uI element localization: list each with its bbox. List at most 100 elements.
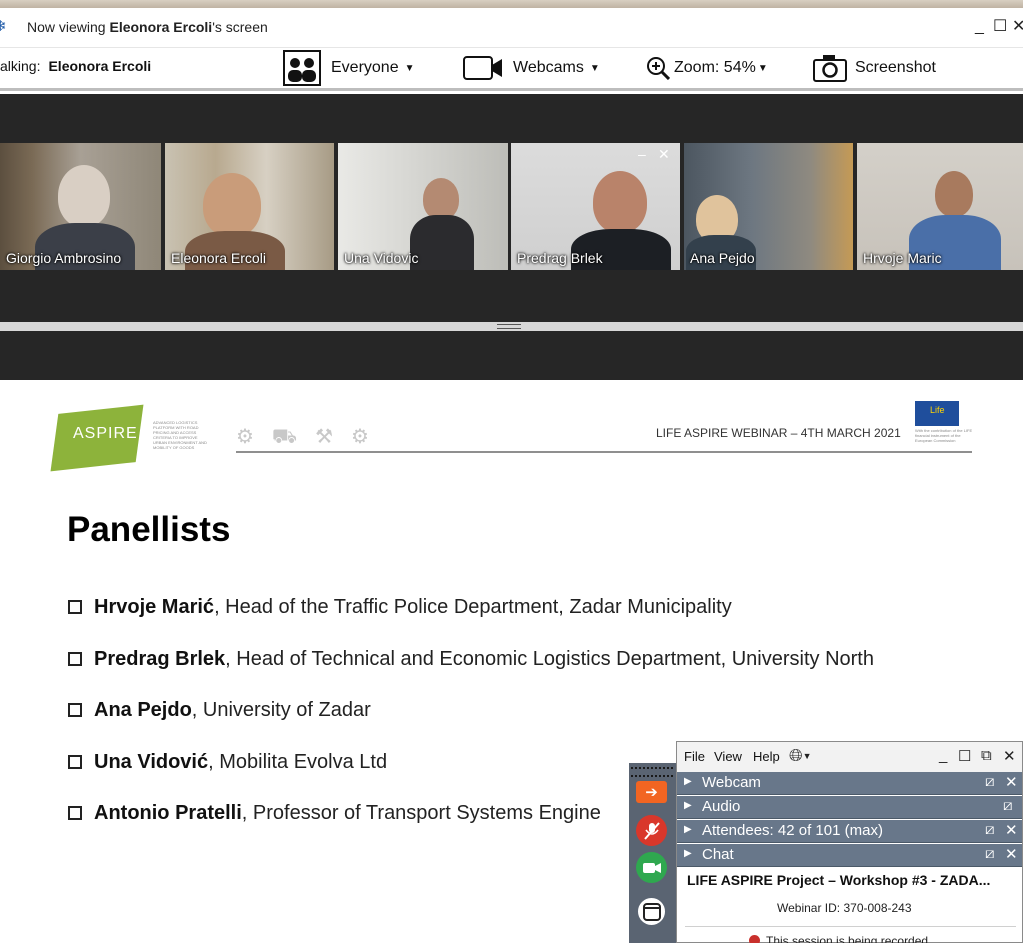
webcam-name: Predrag Brlek xyxy=(517,250,603,266)
menu-help[interactable]: Help xyxy=(753,749,780,764)
eu-contribution-note: With the contribution of the LIFE financ… xyxy=(915,428,973,443)
section-label: Webcam xyxy=(702,774,761,791)
presenter-name: Eleonora Ercoli xyxy=(109,19,213,35)
drag-handle-icon[interactable] xyxy=(631,767,673,777)
triangle-right-icon: ▶ xyxy=(684,848,692,859)
screen-share-button[interactable] xyxy=(636,896,667,927)
webcam-strip: Giorgio Ambrosino Eleonora Ercoli Una Vi… xyxy=(0,143,1023,270)
menu-file[interactable]: File xyxy=(684,749,705,764)
webcam-name: Hrvoje Maric xyxy=(863,250,942,266)
panellist-item: Hrvoje Marić, Head of the Traffic Police… xyxy=(68,596,732,619)
divider xyxy=(685,926,1016,927)
panellist-role: , Mobilita Evolva Ltd xyxy=(208,751,388,773)
webcam-name: Ana Pejdo xyxy=(690,250,755,266)
webcam-tile[interactable]: Hrvoje Maric xyxy=(857,143,1023,270)
section-attendees[interactable]: ▶ Attendees: 42 of 101 (max) ⧄ ✕ xyxy=(677,820,1022,843)
microphone-muted-icon xyxy=(643,821,660,840)
panellist-name: Hrvoje Marić xyxy=(94,596,215,618)
webcam-name: Eleonora Ercoli xyxy=(171,250,266,266)
menu-view[interactable]: View xyxy=(714,749,742,764)
panellist-role: , Head of the Traffic Police Department,… xyxy=(214,596,732,618)
triangle-right-icon: ▶ xyxy=(684,800,692,811)
panel-minimize-button[interactable]: _ xyxy=(939,747,947,764)
panel-close-button[interactable]: ✕ xyxy=(1003,747,1016,765)
webinar-id: Webinar ID: 370-008-243 xyxy=(777,901,912,915)
section-audio[interactable]: ▶ Audio ⧄ xyxy=(677,796,1022,819)
screenshot-label: Screenshot xyxy=(855,59,936,76)
collapse-panel-button[interactable]: ➔ xyxy=(636,781,667,803)
zoom-dropdown[interactable]: Zoom: 54% ▼ xyxy=(646,48,768,88)
everyone-label: Everyone xyxy=(331,59,399,76)
panellist-name: Una Vidović xyxy=(94,751,209,773)
checkbox-icon xyxy=(68,652,82,666)
zoom-label: Zoom: 54% xyxy=(674,59,756,76)
panellist-name: Predrag Brlek xyxy=(94,648,226,670)
webcam-tile-active[interactable]: Eleonora Ercoli xyxy=(165,143,334,270)
webcam-name: Una Vidovic xyxy=(344,250,419,266)
life-mark: Life xyxy=(930,405,945,415)
checkbox-icon xyxy=(68,806,82,820)
talking-indicator: alking: Eleonora Ercoli xyxy=(0,58,152,74)
panel-maximize-button[interactable]: ☐ xyxy=(958,747,971,765)
webcam-toggle-button[interactable] xyxy=(636,852,667,883)
panellist-item: Ana Pejdo, University of Zadar xyxy=(68,699,371,722)
screenshot-button[interactable]: Screenshot xyxy=(813,48,936,88)
section-label: Audio xyxy=(702,798,741,815)
recording-notice: This session is being recorded xyxy=(749,934,928,943)
mute-button[interactable] xyxy=(636,815,667,846)
app-icon: ❄ xyxy=(0,18,7,35)
close-icon[interactable]: ✕ xyxy=(1005,821,1018,839)
checkbox-icon xyxy=(68,755,82,769)
panellist-name: Ana Pejdo xyxy=(94,699,192,721)
close-icon[interactable]: ✕ xyxy=(1005,773,1018,791)
close-button[interactable]: ✕ xyxy=(1012,18,1023,36)
webcam-tile[interactable]: Una Vidovic xyxy=(338,143,508,270)
chevron-down-icon: ▼ xyxy=(757,62,768,74)
viewer-title-bar: ❄ Now viewing Eleonora Ercoli's screen _… xyxy=(0,8,1023,48)
webcam-name: Giorgio Ambrosino xyxy=(6,250,122,266)
panellist-item: Predrag Brlek, Head of Technical and Eco… xyxy=(68,648,874,671)
language-globe-icon[interactable]: 🌐︎▼ xyxy=(789,746,812,766)
aspire-logo-text: ASPIRE xyxy=(73,425,138,442)
chevron-down-icon: ▼ xyxy=(802,751,812,761)
arrow-right-icon: ➔ xyxy=(645,784,658,801)
panellist-item: Antonio Pratelli, Professor of Transport… xyxy=(68,802,601,825)
panellist-role: , Professor of Transport Systems Engine xyxy=(241,802,601,824)
section-chat[interactable]: ▶ Chat ⧄ ✕ xyxy=(677,844,1022,867)
webcam-tile[interactable]: Giorgio Ambrosino xyxy=(0,143,161,270)
section-label: Attendees: 42 of 101 (max) xyxy=(702,822,883,839)
resize-divider[interactable] xyxy=(0,322,1023,331)
maximize-button[interactable]: ☐ xyxy=(993,18,1007,36)
panellist-role: , University of Zadar xyxy=(191,699,371,721)
popout-icon[interactable]: ⧄ xyxy=(985,845,995,862)
popout-icon[interactable]: ⧄ xyxy=(985,821,995,838)
webinar-control-panel: File View Help 🌐︎▼ _ ☐ ⧉ ✕ ▶ Webcam ⧄ ✕ … xyxy=(676,741,1023,943)
checkbox-icon xyxy=(68,703,82,717)
minimize-button[interactable]: _ xyxy=(975,18,984,36)
close-icon[interactable]: ✕ xyxy=(1005,845,1018,863)
section-webcam[interactable]: ▶ Webcam ⧄ ✕ xyxy=(677,772,1022,795)
webinar-title: LIFE ASPIRE Project – Workshop #3 - ZADA… xyxy=(687,872,991,888)
eu-life-logo: Life xyxy=(915,401,959,426)
control-strip: ➔ xyxy=(629,763,676,943)
zoom-icon xyxy=(647,57,670,80)
popout-icon[interactable]: ⧄ xyxy=(985,773,995,790)
desktop-strip xyxy=(0,0,1023,8)
everyone-dropdown[interactable]: Everyone ▼ xyxy=(283,48,415,88)
minimize-tile-button[interactable]: – xyxy=(638,146,646,162)
panel-menubar: File View Help 🌐︎▼ _ ☐ ⧉ ✕ xyxy=(677,742,1022,772)
header-rule xyxy=(236,451,972,453)
webcams-dropdown[interactable]: Webcams ▼ xyxy=(463,48,600,88)
people-icon xyxy=(283,50,321,86)
logistics-icons: ⚙⛟⚒⚙ xyxy=(236,426,387,448)
chevron-down-icon: ▼ xyxy=(404,62,415,74)
triangle-right-icon: ▶ xyxy=(684,776,692,787)
close-tile-button[interactable]: ✕ xyxy=(658,146,670,163)
popout-icon[interactable]: ⧄ xyxy=(1003,797,1013,814)
chevron-down-icon: ▼ xyxy=(589,62,600,74)
webcam-tile[interactable]: – ✕ Predrag Brlek xyxy=(511,143,680,270)
webcams-label: Webcams xyxy=(513,59,584,76)
panel-popout-icon[interactable]: ⧉ xyxy=(981,747,992,764)
webcam-tile[interactable]: Ana Pejdo xyxy=(684,143,853,270)
panellist-item: Una Vidović, Mobilita Evolva Ltd xyxy=(68,751,387,774)
